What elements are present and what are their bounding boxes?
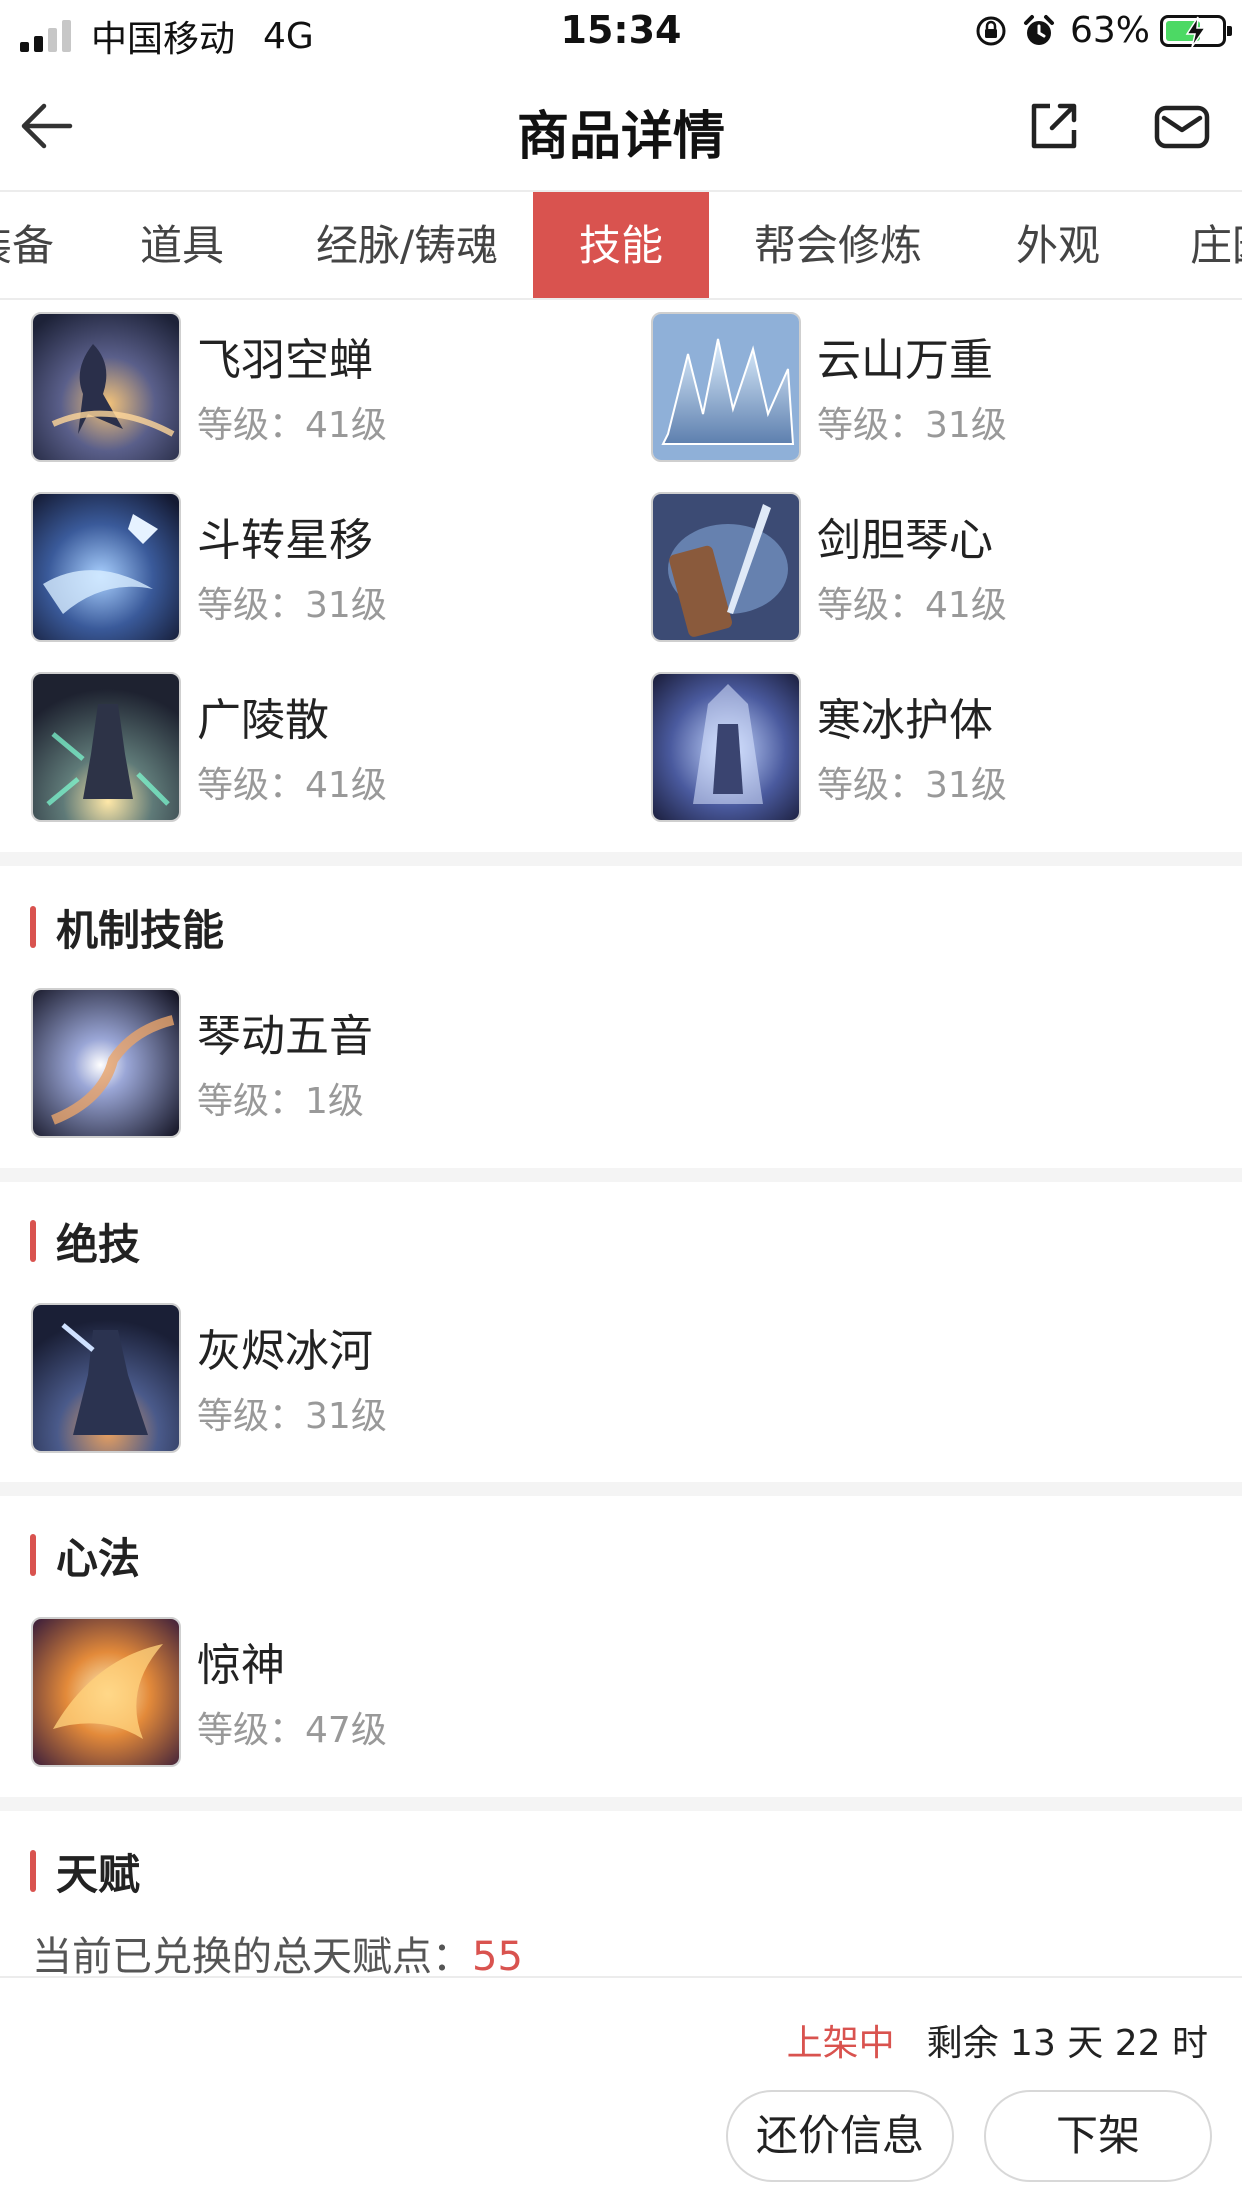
skill-item[interactable]: 寒冰护体 等级：31级 [651,672,1211,822]
skill-name: 灰烬冰河 [197,1326,373,1377]
bottom-action-bar: 上架中 剩余 13 天 22 时 还价信息 下架 [0,1976,1242,2208]
section-title-ultimate: 绝技 [30,1218,140,1269]
skill-item[interactable]: 惊神 等级：47级 [31,1617,631,1767]
tab-skills[interactable]: 技能 [533,192,709,298]
skill-feather-icon [31,312,181,462]
charging-bolt-icon [1185,16,1207,47]
skill-item[interactable]: 广陵散 等级：41级 [31,672,551,822]
skill-level: 等级：1级 [197,1081,364,1122]
section-divider [0,1168,1242,1182]
skill-name: 云山万重 [817,335,993,386]
skill-ice-crystal-icon [651,312,801,462]
skill-ice-armor-icon [651,672,801,822]
delist-button[interactable]: 下架 [984,2090,1212,2182]
section-title-mechanic: 机制技能 [30,904,224,955]
counter-offer-button[interactable]: 还价信息 [726,2090,954,2182]
skill-name: 斗转星移 [197,515,373,566]
listing-status-badge: 上架中 [786,2023,895,2064]
skill-name: 广陵散 [197,695,329,746]
section-divider [0,1482,1242,1496]
talent-points-line: 当前已兑换的总天赋点：55 [32,1924,523,1982]
status-right: 63% [974,10,1232,51]
skill-level: 等级：31级 [197,585,387,626]
skill-ash-ice-river-icon [31,1303,181,1453]
nav-header: 商品详情 [0,64,1242,192]
skill-item[interactable]: 灰烬冰河 等级：31级 [31,1303,631,1453]
remaining-time: 剩余 13 天 22 时 [926,2023,1208,2064]
battery-percent: 63% [1069,10,1150,51]
skill-name: 琴动五音 [197,1011,373,1062]
category-tabs: 装备 道具 经脉/铸魂 技能 帮会修炼 外观 庄园 [0,192,1242,300]
skill-item[interactable]: 飞羽空蝉 等级：41级 [31,312,551,462]
tab-meridian[interactable]: 经脉/铸魂 [316,192,498,298]
status-bar: 中国移动 4G 15:34 63% [0,0,1242,64]
skill-item[interactable]: 斗转星移 等级：31级 [31,492,551,642]
tab-equipment[interactable]: 装备 [0,192,54,298]
talent-points-label: 当前已兑换的总天赋点： [32,1934,472,1980]
skill-item[interactable]: 剑胆琴心 等级：41级 [651,492,1211,642]
skill-sword-qin-icon [651,492,801,642]
share-icon[interactable] [1022,94,1086,158]
skill-level: 等级：41级 [197,405,387,446]
section-divider [0,1797,1242,1811]
skill-phoenix-icon [31,1617,181,1767]
skill-level: 等级：47级 [197,1710,387,1751]
alarm-clock-icon [1023,14,1054,45]
talent-points-value: 55 [472,1934,523,1980]
section-title-mind: 心法 [30,1532,140,1583]
rotation-lock-icon [976,16,1006,45]
skill-name: 飞羽空蝉 [197,335,373,386]
skill-level: 等级：31级 [197,1396,387,1437]
skill-name: 惊神 [197,1640,285,1691]
section-accent-bar [30,1534,36,1576]
tab-manor[interactable]: 庄园 [1190,192,1242,298]
skill-level: 等级：31级 [817,405,1007,446]
skill-star-shift-icon [31,492,181,642]
section-divider [0,852,1242,866]
tab-appearance[interactable]: 外观 [1016,192,1100,298]
skill-level: 等级：41级 [197,765,387,806]
mail-icon[interactable] [1150,94,1214,158]
skill-name: 剑胆琴心 [817,515,993,566]
skill-level: 等级：41级 [817,585,1007,626]
section-title-talent: 天赋 [30,1848,140,1899]
tab-guild-training[interactable]: 帮会修炼 [754,192,922,298]
skill-item[interactable]: 云山万重 等级：31级 [651,312,1211,462]
skill-item[interactable]: 琴动五音 等级：1级 [31,988,631,1138]
skill-guangling-icon [31,672,181,822]
tab-items[interactable]: 道具 [140,192,224,298]
skill-name: 寒冰护体 [817,695,993,746]
section-accent-bar [30,1220,36,1262]
section-accent-bar [30,906,36,948]
battery-icon [1160,14,1232,47]
listing-status: 上架中 剩余 13 天 22 时 [787,2014,1208,2066]
section-accent-bar [30,1850,36,1892]
skill-level: 等级：31级 [817,765,1007,806]
skill-qin-five-tones-icon [31,988,181,1138]
